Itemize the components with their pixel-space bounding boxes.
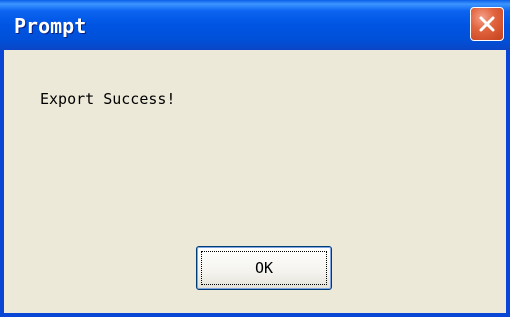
prompt-dialog-window: Prompt Export Success! OK <box>0 0 510 317</box>
ok-button[interactable]: OK <box>196 246 332 290</box>
dialog-body: Export Success! OK <box>4 50 506 313</box>
close-icon <box>479 16 495 32</box>
close-button[interactable] <box>470 7 504 41</box>
message-text: Export Success! <box>40 90 176 108</box>
ok-button-label: OK <box>254 259 274 277</box>
title-bar[interactable]: Prompt <box>0 0 510 50</box>
window-title: Prompt <box>14 14 87 38</box>
